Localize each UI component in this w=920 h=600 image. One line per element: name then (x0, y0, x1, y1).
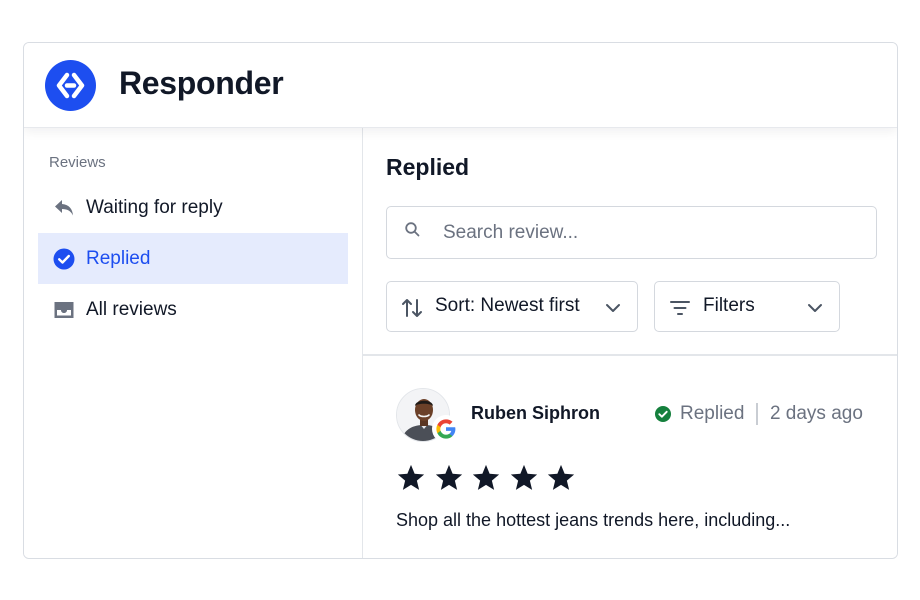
sidebar: Reviews Waiting for reply Replied All re… (24, 128, 363, 558)
sort-dropdown[interactable]: Sort: Newest first (386, 281, 638, 332)
page-title: Replied (386, 154, 470, 180)
sidebar-item-all-reviews[interactable]: All reviews (38, 284, 348, 335)
review-timestamp: 2 days ago (769, 403, 863, 424)
star-icon (397, 464, 425, 490)
search-input[interactable] (443, 219, 843, 247)
filters-dropdown[interactable]: Filters (654, 281, 840, 332)
filters-label: Filters (703, 295, 755, 316)
sidebar-item-replied[interactable]: Replied (38, 233, 348, 284)
search-box[interactable] (386, 206, 877, 259)
filter-lines-icon (668, 296, 692, 320)
sidebar-item-label: Replied (86, 247, 151, 269)
chevron-down-icon (603, 298, 623, 318)
chevron-down-icon (805, 298, 825, 318)
review-text: Shop all the hottest jeans trends here, … (396, 510, 791, 530)
sidebar-heading: Reviews (49, 154, 106, 171)
sidebar-item-label: Waiting for reply (86, 196, 223, 218)
star-icon (510, 464, 537, 490)
inbox-icon (52, 298, 76, 322)
status-badge: Replied (680, 403, 745, 424)
star-rating (396, 463, 584, 493)
star-icon (472, 464, 500, 490)
app-window: Responder Reviews Waiting for reply Repl… (23, 42, 898, 559)
sidebar-item-waiting-for-reply[interactable]: Waiting for reply (38, 182, 348, 233)
google-icon (432, 415, 460, 443)
check-circle-icon (52, 247, 76, 271)
app-title: Responder (119, 65, 284, 101)
review-status: Replied 2 days ago (654, 402, 863, 426)
reviewer-name: Ruben Siphron (471, 403, 600, 423)
star-icon (435, 464, 462, 490)
divider (756, 403, 758, 425)
check-circle-icon (654, 405, 672, 423)
sort-label: Sort: Newest first (435, 295, 580, 316)
main-panel: Replied Sort: Newest first (363, 128, 897, 558)
reply-icon (52, 196, 76, 220)
sort-arrows-icon (400, 296, 424, 320)
app-header: Responder (24, 43, 897, 128)
search-icon (404, 221, 422, 239)
sidebar-item-label: All reviews (86, 298, 177, 320)
star-icon (547, 464, 575, 490)
review-card[interactable]: Ruben Siphron Replied 2 days ago Shop al… (363, 355, 897, 558)
responder-logo-icon (45, 60, 96, 111)
